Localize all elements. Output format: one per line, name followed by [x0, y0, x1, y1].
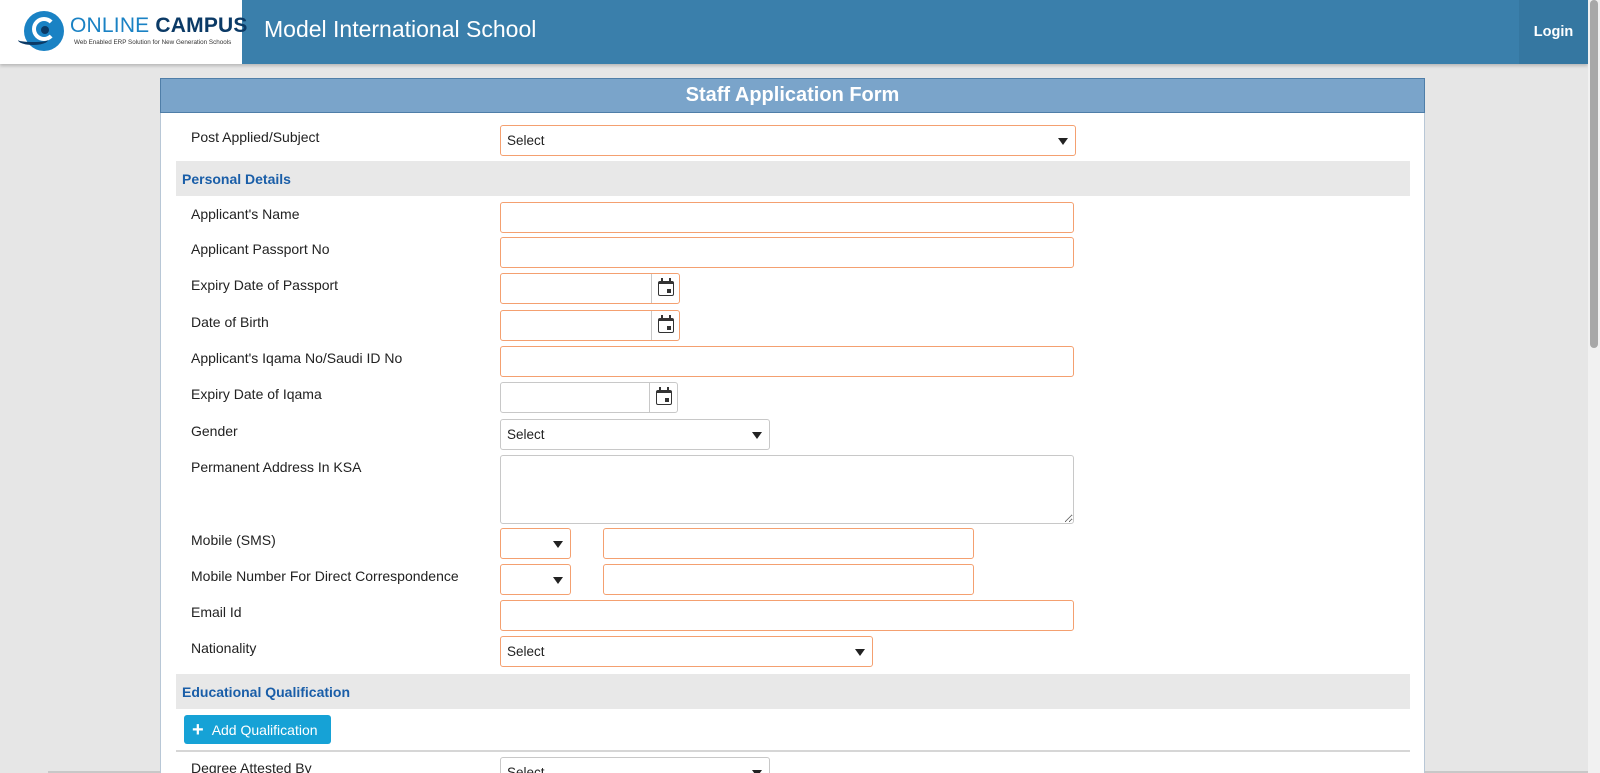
- degree-attested-select[interactable]: Select: [500, 757, 770, 773]
- divider: [176, 750, 1410, 752]
- mobile-direct-label: Mobile Number For Direct Correspondence: [191, 568, 459, 584]
- applicant-name-input[interactable]: [500, 202, 1074, 233]
- chevron-down-icon: [855, 649, 865, 656]
- add-qualification-button[interactable]: + Add Qualification: [184, 715, 331, 744]
- passport-expiry-date-field[interactable]: [500, 273, 680, 304]
- chevron-down-icon: [553, 541, 563, 548]
- post-applied-select[interactable]: Select: [500, 125, 1076, 156]
- mobile-sms-code-select[interactable]: [500, 528, 571, 559]
- gender-label: Gender: [191, 423, 238, 439]
- logo-tagline: Web Enabled ERP Solution for New Generat…: [74, 39, 232, 46]
- mobile-direct-code-select[interactable]: [500, 564, 571, 595]
- chevron-down-icon: [1058, 138, 1068, 145]
- section-educational-qualification: Educational Qualification: [176, 674, 1410, 709]
- logo-text: ONLINE CAMPUS: [70, 14, 248, 37]
- calendar-icon: [657, 315, 674, 333]
- school-name: Model International School: [264, 16, 537, 42]
- iqama-expiry-label: Expiry Date of Iqama: [191, 386, 322, 402]
- login-button[interactable]: Login: [1519, 0, 1588, 64]
- post-applied-value: Select: [507, 133, 545, 148]
- add-qualification-label: Add Qualification: [211, 721, 318, 738]
- scrollbar-thumb[interactable]: [1590, 0, 1598, 348]
- passport-no-input[interactable]: [500, 237, 1074, 268]
- post-applied-label: Post Applied/Subject: [191, 129, 320, 145]
- degree-attested-value: Select: [507, 765, 545, 773]
- dob-label: Date of Birth: [191, 314, 269, 330]
- chevron-down-icon: [553, 577, 563, 584]
- vertical-scrollbar[interactable]: [1588, 0, 1600, 773]
- calendar-button[interactable]: [651, 311, 679, 340]
- dob-date-field[interactable]: [500, 310, 680, 341]
- logo-icon: [18, 11, 64, 51]
- section-personal-details: Personal Details: [176, 161, 1410, 196]
- mobile-sms-input[interactable]: [603, 528, 974, 559]
- mobile-direct-input[interactable]: [603, 564, 974, 595]
- calendar-button[interactable]: [649, 383, 677, 412]
- top-header: ONLINE CAMPUS Web Enabled ERP Solution f…: [0, 0, 1588, 64]
- degree-attested-label: Degree Attested By: [191, 760, 312, 773]
- plus-icon: +: [192, 718, 204, 741]
- email-label: Email Id: [191, 604, 242, 620]
- address-textarea[interactable]: [500, 455, 1074, 524]
- form-title: Staff Application Form: [160, 78, 1425, 113]
- address-label: Permanent Address In KSA: [191, 459, 362, 475]
- nationality-value: Select: [507, 644, 545, 659]
- mobile-sms-label: Mobile (SMS): [191, 532, 276, 548]
- calendar-button[interactable]: [651, 274, 679, 303]
- applicant-name-label: Applicant's Name: [191, 206, 300, 222]
- email-input[interactable]: [500, 600, 1074, 631]
- nationality-label: Nationality: [191, 640, 257, 656]
- nationality-select[interactable]: Select: [500, 636, 873, 667]
- passport-no-label: Applicant Passport No: [191, 241, 330, 257]
- iqama-no-input[interactable]: [500, 346, 1074, 377]
- calendar-icon: [657, 278, 674, 296]
- chevron-down-icon: [752, 432, 762, 439]
- gender-select[interactable]: Select: [500, 419, 770, 450]
- logo[interactable]: ONLINE CAMPUS Web Enabled ERP Solution f…: [0, 0, 247, 64]
- calendar-icon: [655, 387, 672, 405]
- passport-expiry-label: Expiry Date of Passport: [191, 277, 339, 293]
- iqama-expiry-date-field[interactable]: [500, 382, 678, 413]
- iqama-no-label: Applicant's Iqama No/Saudi ID No: [191, 350, 403, 366]
- gender-value: Select: [507, 427, 545, 442]
